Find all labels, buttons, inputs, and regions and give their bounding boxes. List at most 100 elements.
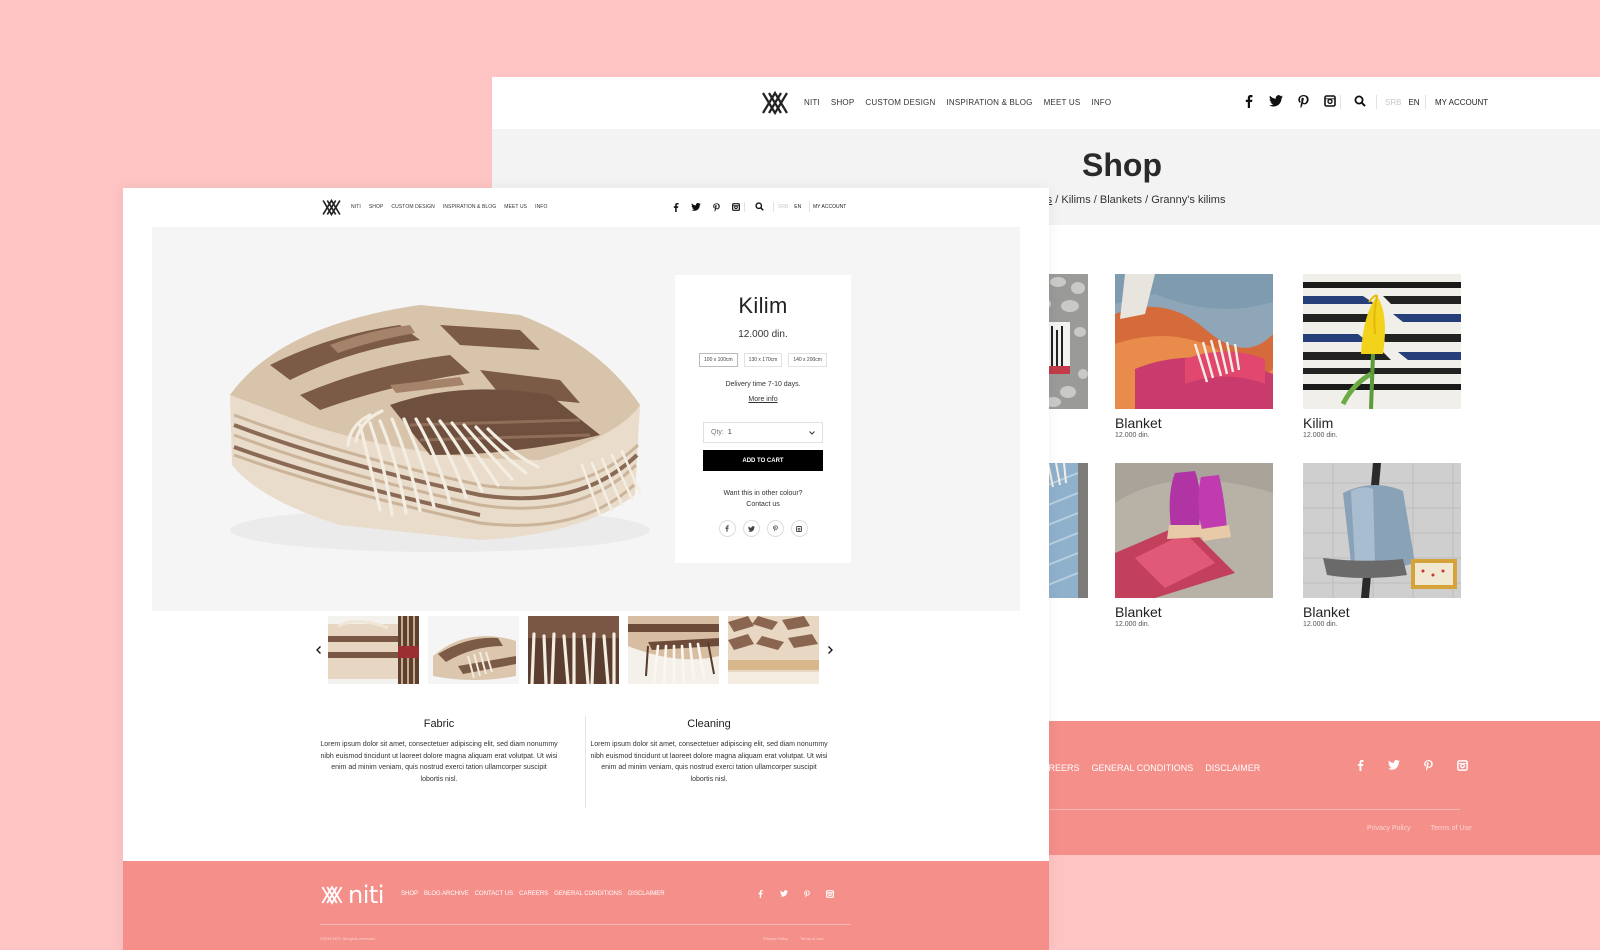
cleaning-text: Lorem ipsum dolor sit amet, consectetuer… [590, 741, 828, 783]
product-name[interactable]: Blanket [1115, 604, 1273, 620]
contact-us-link[interactable]: Contact us [675, 499, 851, 510]
twitter-icon[interactable] [742, 520, 760, 537]
product-image[interactable] [1303, 463, 1461, 598]
twitter-icon[interactable] [779, 889, 788, 898]
size-option[interactable]: 130 x 170cm [743, 353, 783, 367]
product-name[interactable]: Kilim [1303, 415, 1461, 431]
my-account-link[interactable]: MY ACCOUNT [1435, 98, 1488, 107]
product-main-image[interactable] [220, 285, 660, 560]
menu-item-niti[interactable]: NITI [804, 98, 820, 107]
footer-logo[interactable]: niti [320, 881, 384, 909]
footer-social-links [756, 889, 834, 898]
chevron-down-icon [809, 430, 815, 435]
privacy-policy-link[interactable]: Privacy Policy [763, 936, 788, 941]
thumbnail[interactable] [728, 616, 819, 684]
more-info-link[interactable]: More info [748, 396, 777, 403]
pinterest-icon[interactable] [711, 202, 721, 212]
menu-item-inspiration-blog[interactable]: INSPIRATION & BLOG [946, 98, 1032, 107]
pinterest-icon[interactable] [1422, 759, 1434, 771]
pinterest-icon[interactable] [1296, 94, 1310, 108]
my-account-link[interactable]: MY ACCOUNT [813, 204, 846, 210]
nav-separator [1425, 95, 1426, 109]
product-title: Kilim [738, 293, 788, 318]
pinterest-icon[interactable] [766, 520, 784, 537]
chevron-left-icon[interactable] [313, 643, 323, 657]
menu-item-info[interactable]: INFO [535, 204, 547, 210]
menu-item-shop[interactable]: SHOP [369, 204, 384, 210]
nav-separator [773, 202, 774, 212]
footer-divider [320, 924, 851, 925]
other-colour-note: Want this in other colour? Contact us [675, 488, 851, 510]
twitter-icon[interactable] [691, 202, 701, 212]
menu-item-meet-us[interactable]: MEET US [1044, 98, 1081, 107]
footer-link-careers[interactable]: CAREERS [519, 891, 548, 897]
facebook-icon[interactable] [1354, 759, 1366, 771]
thumbnail[interactable] [328, 616, 419, 684]
menu-item-inspiration-blog[interactable]: INSPIRATION & BLOG [443, 204, 496, 210]
size-selector: 100 x 100cm 130 x 170cm 140 x 200cm [675, 353, 851, 367]
lang-en[interactable]: EN [794, 204, 801, 210]
facebook-icon[interactable] [718, 520, 736, 537]
product-card[interactable]: Blanket 12.000 din. [1115, 274, 1273, 439]
thumbnail[interactable] [528, 616, 619, 684]
menu-item-info[interactable]: INFO [1091, 98, 1111, 107]
product-image[interactable] [1303, 274, 1461, 409]
menu-item-niti[interactable]: NITI [351, 204, 361, 210]
footer-link-general-conditions[interactable]: GENERAL CONDITIONS [1092, 763, 1194, 773]
menu-item-meet-us[interactable]: MEET US [504, 204, 527, 210]
footer-link-general-conditions[interactable]: GENERAL CONDITIONS [554, 891, 622, 897]
footer-link-disclaimer[interactable]: DISCLAIMER [1205, 763, 1260, 773]
nav-separator [744, 202, 745, 212]
lang-srb[interactable]: SRB [1385, 98, 1401, 107]
footer-link-shop[interactable]: SHOP [401, 891, 418, 897]
niti-logo-icon[interactable] [321, 197, 342, 218]
size-option[interactable]: 140 x 200cm [788, 353, 827, 367]
quantity-select[interactable]: Qty: 1 [703, 422, 823, 443]
menu-item-custom-design[interactable]: CUSTOM DESIGN [865, 98, 935, 107]
search-icon[interactable] [755, 202, 765, 212]
footer-link-blog-archive[interactable]: BLOG ARCHIVE [424, 891, 469, 897]
thumbnail[interactable] [628, 616, 719, 684]
menu-item-shop[interactable]: SHOP [831, 98, 854, 107]
facebook-icon[interactable] [1242, 94, 1256, 108]
twitter-icon[interactable] [1269, 94, 1283, 108]
instagram-icon[interactable] [825, 889, 834, 898]
product-name[interactable]: Blanket [1115, 415, 1273, 431]
facebook-icon[interactable] [671, 202, 681, 212]
instagram-icon[interactable] [731, 202, 741, 212]
product-image[interactable] [1115, 463, 1273, 598]
footer-link-contact-us[interactable]: CONTACT US [475, 891, 513, 897]
niti-logo-icon[interactable] [760, 88, 790, 118]
chevron-right-icon[interactable] [825, 643, 835, 657]
add-to-cart-button[interactable]: ADD TO CART [703, 450, 823, 471]
product-image[interactable] [1115, 274, 1273, 409]
product-card[interactable]: Blanket 12.000 din. [1303, 463, 1461, 628]
instagram-icon[interactable] [1323, 94, 1337, 108]
menu-item-custom-design[interactable]: CUSTOM DESIGN [391, 204, 434, 210]
qty-value: 1 [727, 429, 732, 436]
lang-en[interactable]: EN [1408, 98, 1419, 107]
product-footer: niti SHOP BLOG ARCHIVE CONTACT US CAREER… [123, 861, 1049, 950]
product-price: 12.000 din. [1115, 621, 1150, 628]
privacy-policy-link[interactable]: Privacy Policy [1367, 825, 1411, 832]
product-card[interactable]: Blanket 12.000 din. [1115, 463, 1273, 628]
footer-link-disclaimer[interactable]: DISCLAIMER [628, 891, 665, 897]
language-switcher: SRB EN [778, 204, 801, 210]
pinterest-icon[interactable] [802, 889, 811, 898]
facebook-icon[interactable] [756, 889, 765, 898]
terms-of-use-link[interactable]: Terms of Use [800, 936, 824, 941]
size-option[interactable]: 100 x 100cm [699, 353, 738, 367]
product-name[interactable]: Blanket [1303, 604, 1461, 620]
product-price: 12.000 din. [1303, 621, 1338, 628]
product-card[interactable]: Kilim 12.000 din. [1303, 274, 1461, 439]
thumbnail[interactable] [428, 616, 519, 684]
instagram-icon[interactable] [790, 520, 808, 537]
instagram-icon[interactable] [1456, 759, 1468, 771]
search-icon[interactable] [1354, 95, 1368, 109]
thumbnail-carousel [313, 616, 843, 684]
product-price: 12.000 din. [1115, 432, 1150, 439]
twitter-icon[interactable] [1388, 759, 1400, 771]
lang-srb[interactable]: SRB [778, 204, 788, 210]
footer-legal: Privacy Policy Terms of Use [763, 936, 823, 941]
terms-of-use-link[interactable]: Terms of Use [1431, 825, 1472, 832]
